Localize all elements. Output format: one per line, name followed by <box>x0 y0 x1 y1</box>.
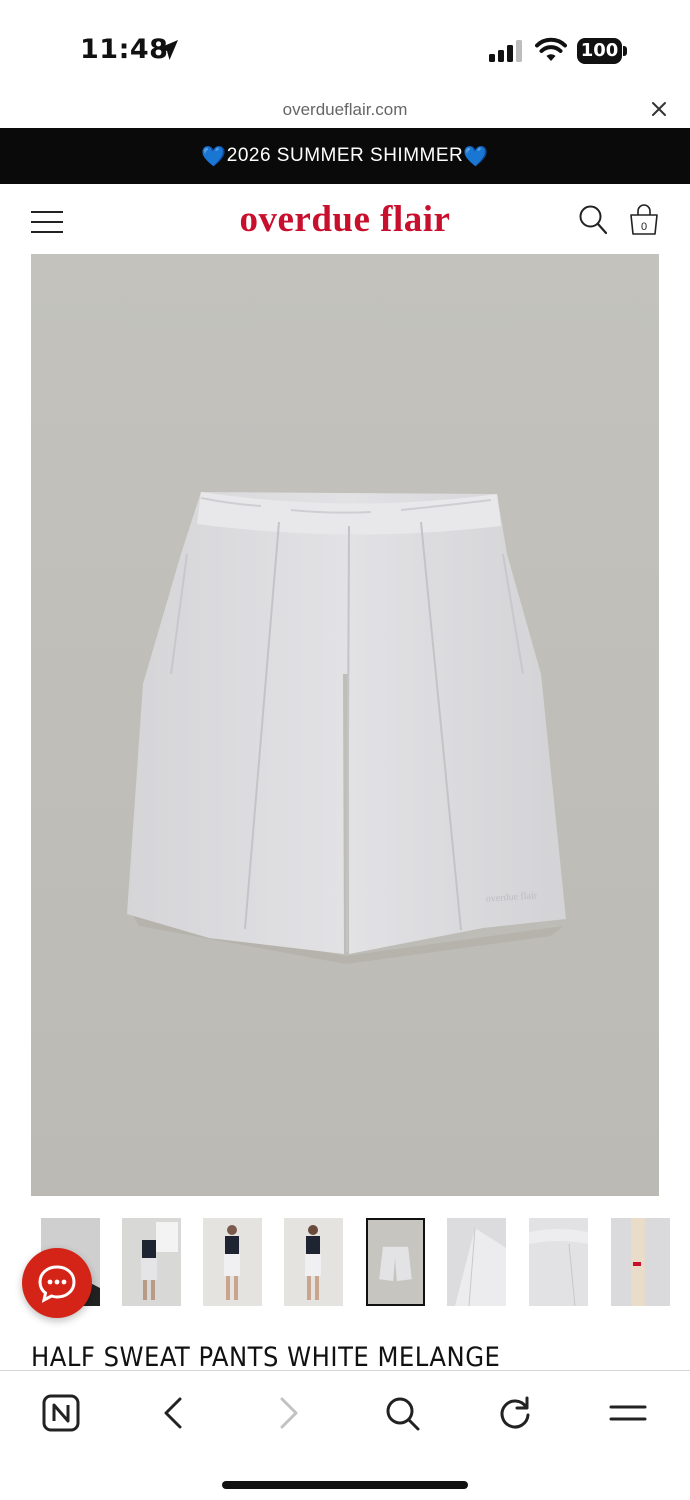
toolbar-search-button[interactable] <box>380 1391 424 1435</box>
thumbnail-strip <box>0 1218 690 1308</box>
blue-heart-icon: 💙 <box>463 145 489 168</box>
reload-button[interactable] <box>493 1391 537 1435</box>
product-title: HALF SWEAT PANTS WHITE MELANGE <box>31 1342 501 1372</box>
location-arrow-icon <box>158 40 178 60</box>
naver-home-button[interactable] <box>39 1391 83 1435</box>
battery-level: 100 <box>577 38 622 64</box>
thumbnail-4[interactable] <box>284 1218 343 1306</box>
cart-count: 0 <box>641 221 647 233</box>
chat-button[interactable] <box>22 1248 92 1318</box>
forward-icon <box>280 1397 298 1429</box>
status-bar: 11:48 100 <box>0 0 690 90</box>
search-icon <box>386 1397 420 1431</box>
battery-icon: 100 <box>577 38 627 64</box>
back-icon <box>164 1397 182 1429</box>
thumbnail-8[interactable] <box>611 1218 670 1306</box>
product-main-image[interactable]: overdue flair <box>31 254 659 1196</box>
thumbnail-5[interactable] <box>366 1218 425 1306</box>
promo-banner[interactable]: 💙 2026 SUMMER SHIMMER 💙 <box>0 128 690 184</box>
cellular-signal-icon <box>489 40 522 62</box>
site-header: overdue flair 0 <box>0 184 690 254</box>
thumbnail-3[interactable] <box>203 1218 262 1306</box>
thumbnail-2[interactable] <box>122 1218 181 1306</box>
browser-toolbar <box>0 1370 690 1500</box>
search-icon[interactable] <box>578 204 608 236</box>
chat-bubble-icon <box>38 1265 76 1303</box>
thumbnail-6[interactable] <box>447 1218 506 1306</box>
url-text[interactable]: overdueflair.com <box>0 100 690 120</box>
close-icon[interactable] <box>650 100 668 118</box>
back-button[interactable] <box>152 1391 196 1435</box>
blue-heart-icon: 💙 <box>201 145 227 168</box>
naver-home-icon <box>42 1394 80 1432</box>
thumbnail-7[interactable] <box>529 1218 588 1306</box>
promo-banner-text: 2026 SUMMER SHIMMER <box>226 145 464 166</box>
wifi-icon <box>535 37 567 61</box>
browser-url-bar[interactable]: overdueflair.com <box>0 92 690 128</box>
shopping-bag-icon[interactable]: 0 <box>628 202 660 236</box>
forward-button[interactable] <box>266 1391 310 1435</box>
reload-icon <box>500 1396 530 1429</box>
browser-menu-button[interactable] <box>606 1391 650 1435</box>
home-indicator[interactable] <box>222 1481 468 1489</box>
menu-icon <box>609 1405 647 1421</box>
